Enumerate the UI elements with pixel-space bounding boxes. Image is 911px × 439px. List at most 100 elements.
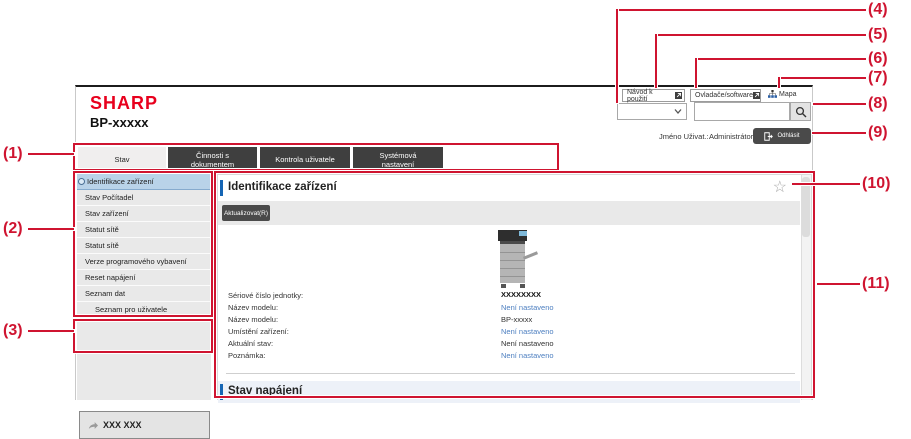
divider — [226, 373, 795, 374]
detail-label-current-status: Aktuální stav: — [228, 339, 273, 348]
callout-line-4 — [616, 9, 866, 11]
search-input[interactable] — [694, 102, 790, 121]
title-accent-bar — [220, 180, 223, 196]
sidebar-item-label: Reset napájení — [85, 273, 135, 282]
callout-line-11 — [817, 283, 860, 285]
tab-document-operations[interactable]: Činnosti s dokumentem — [168, 147, 257, 172]
drivers-link-button[interactable]: Ovladače/software — [690, 89, 761, 102]
detail-label-memo: Poznámka: — [228, 351, 266, 360]
detail-value-machine-name[interactable]: Není nastaveno — [501, 303, 554, 312]
custom-link-arrow-icon — [88, 421, 98, 430]
sidebar-item-label: Stav zařízení — [85, 209, 129, 218]
detail-value-model-name: BP-xxxxx — [501, 315, 532, 324]
user-name-value: Administrátor — [709, 132, 753, 141]
sitemap-icon — [768, 90, 777, 99]
detail-value-current-status: Není nastaveno — [501, 339, 554, 348]
page-title: Identifikace zařízení — [228, 181, 337, 193]
callout-label-7: (7) — [868, 69, 888, 87]
callout-line-10 — [792, 183, 860, 185]
callout-label-10: (10) — [862, 175, 890, 193]
callout-label-3: (3) — [3, 322, 23, 340]
manual-link-button[interactable]: Návod k použití — [622, 89, 685, 102]
callout-label-2: (2) — [3, 220, 23, 238]
favorite-star-icon[interactable]: ☆ — [773, 180, 787, 196]
detail-value-location[interactable]: Není nastaveno — [501, 327, 554, 336]
external-link-icon — [753, 92, 760, 99]
sharp-logo: SHARP — [90, 93, 158, 114]
sidebar-item-label: Statut sítě — [85, 241, 119, 250]
webpage-frame: SHARP BP-xxxxx Návod k použití Ovladače/… — [75, 85, 813, 400]
manual-link-label: Návod k použití — [627, 89, 675, 103]
detail-label-model-name: Název modelu: — [228, 315, 278, 324]
callout-line-5 — [655, 34, 866, 36]
main-scrollbar[interactable] — [801, 175, 811, 400]
sidebar-item-device-identification[interactable]: Identifikace zařízení — [77, 174, 211, 190]
callout-label-6: (6) — [868, 50, 888, 68]
tab-status-label: Stav — [114, 155, 129, 164]
callout-line-7 — [778, 77, 866, 79]
sidebar-item-device-status[interactable]: Stav zařízení — [77, 206, 211, 222]
model-name: BP-xxxxx — [90, 115, 149, 130]
callout-line-5 — [655, 34, 657, 88]
language-dropdown[interactable] — [617, 103, 687, 120]
sidebar-item-list-for-user[interactable]: Seznam pro uživatele — [77, 302, 211, 318]
section2-title: Stav napájení — [228, 385, 302, 397]
detail-label-location: Umístění zařízení: — [228, 327, 289, 336]
callout-line-4 — [616, 9, 618, 103]
main-content: Identifikace zařízení ☆ Aktualizovat(R) … — [217, 174, 812, 400]
search-button[interactable] — [790, 102, 811, 121]
tab-system-settings[interactable]: Systémová nastavení — [353, 147, 443, 172]
logout-button[interactable]: Odhlásit — [753, 128, 811, 144]
callout-line-9 — [812, 132, 866, 134]
custom-link-button[interactable]: XXX XXX — [79, 411, 210, 439]
callout-label-8: (8) — [868, 95, 888, 113]
sidebar-item-label: Verze programového vybavení — [85, 257, 187, 266]
printer-image — [497, 230, 529, 288]
detail-label-machine-name: Název modelu: — [228, 303, 278, 312]
callout-line-7 — [778, 77, 780, 88]
custom-link-label: XXX XXX — [103, 420, 142, 430]
sidebar-item-network-status-2[interactable]: Statut sítě — [77, 238, 211, 254]
callout-line-1 — [28, 153, 74, 155]
callout-label-5: (5) — [868, 26, 888, 44]
logout-icon — [764, 132, 773, 141]
title-accent-bar — [220, 384, 223, 400]
sidebar-item-firmware-version[interactable]: Verze programového vybavení — [77, 254, 211, 270]
chevron-down-icon — [674, 109, 682, 114]
sidebar-item-data-list[interactable]: Seznam dat — [77, 286, 211, 302]
sidebar-menu: Identifikace zařízení Stav Počítadel Sta… — [77, 174, 211, 400]
tab-user-control[interactable]: Kontrola uživatele — [260, 147, 350, 172]
drivers-link-label: Ovladače/software — [695, 92, 753, 99]
callout-line-8 — [813, 103, 866, 105]
callout-line-6 — [695, 58, 866, 60]
selected-item-icon — [78, 178, 85, 185]
sidebar-item-label: Statut sítě — [85, 225, 119, 234]
logout-button-label: Odhlásit — [777, 133, 799, 139]
external-link-icon — [675, 92, 682, 99]
sitemap-link[interactable]: Mapa — [768, 90, 797, 99]
scrollbar-thumb[interactable] — [802, 177, 810, 237]
sidebar-item-power-reset[interactable]: Reset napájení — [77, 270, 211, 286]
detail-label-serial: Sériové číslo jednotky: — [228, 291, 303, 300]
callout-line-3 — [28, 330, 74, 332]
toolbar-band: Aktualizovat(R) — [218, 201, 800, 225]
callout-line-6 — [695, 58, 697, 88]
detail-value-serial: XXXXXXXX — [501, 290, 541, 299]
tab-document-operations-label: Činnosti s dokumentem — [180, 151, 246, 169]
tab-status[interactable]: Stav — [78, 147, 166, 172]
detail-value-memo[interactable]: Není nastaveno — [501, 351, 554, 360]
sidebar-item-network-status[interactable]: Statut sítě — [77, 222, 211, 238]
sidebar-item-label: Seznam pro uživatele — [95, 305, 167, 314]
sitemap-link-label: Mapa — [779, 91, 797, 98]
sidebar-item-counter-status[interactable]: Stav Počítadel — [77, 190, 211, 206]
callout-label-4: (4) — [868, 1, 888, 19]
callout-label-11: (11) — [862, 275, 890, 293]
sidebar-item-label: Stav Počítadel — [85, 193, 133, 202]
sidebar-item-label: Seznam dat — [85, 289, 125, 298]
tab-system-settings-label: Systémová nastavení — [365, 151, 431, 169]
tab-user-control-label: Kontrola uživatele — [275, 155, 335, 164]
callout-label-1: (1) — [3, 145, 23, 163]
callout-label-9: (9) — [868, 124, 888, 142]
tab-bar: Stav Činnosti s dokumentem Kontrola uživ… — [76, 145, 560, 172]
update-button[interactable]: Aktualizovat(R) — [222, 205, 270, 221]
